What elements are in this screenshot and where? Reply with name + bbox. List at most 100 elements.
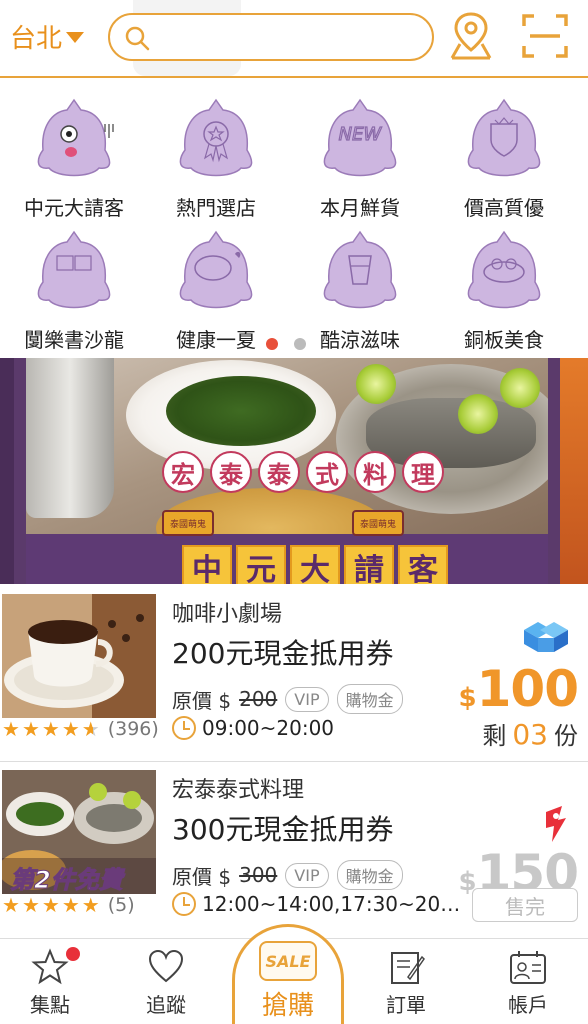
banner-char: 宏 (162, 451, 204, 493)
vip-tag: VIP (285, 862, 329, 888)
tab-points[interactable]: 集點 (0, 945, 100, 1018)
category-item-8[interactable]: 銅板美食 (434, 226, 574, 353)
city-selector[interactable]: 台北 (10, 18, 85, 55)
tab-sale[interactable]: SALE 搶購 (232, 924, 344, 1024)
promo-char: 中 (182, 545, 232, 584)
stock-remaining: 剩 03 份 (482, 716, 578, 751)
pager-dot[interactable] (294, 338, 306, 350)
orig-price: 300 (239, 863, 278, 887)
banner-char: 料 (354, 451, 396, 493)
category-label: 健康一夏 (176, 328, 256, 352)
vegetable-dish-image (166, 376, 316, 446)
scan-icon[interactable] (520, 12, 570, 60)
rating-stars: ★ ★ ★ ★ ★ (5) (2, 894, 135, 916)
wallet-tag: 購物金 (336, 860, 403, 890)
banner-flag: 泰國萌鬼 (352, 510, 404, 536)
search-icon (125, 26, 150, 51)
price-value: 100 (476, 660, 579, 718)
remain-prefix: 剩 (482, 722, 507, 750)
silver-pot-image (26, 358, 114, 518)
red-brand-icon (546, 806, 566, 842)
tab-follow[interactable]: 追蹤 (116, 945, 216, 1018)
notification-badge (66, 947, 80, 961)
ghost-crest-icon (467, 98, 541, 177)
lime-slice-image (500, 368, 540, 408)
deal-original-price: 原價 $ 300 VIP 購物金 (172, 860, 403, 890)
promo-char: 元 (236, 545, 286, 584)
deal-hours: 12:00~14:00,17:30~20… (172, 892, 460, 916)
deal-title: 300元現金抵用券 (172, 813, 394, 846)
ghost-book-icon (37, 230, 111, 309)
deal-original-price: 原價 $ 200 VIP 購物金 (172, 684, 403, 714)
tab-label: 訂單 (386, 993, 426, 1017)
coffee-cup-image (2, 594, 156, 718)
deal-card[interactable]: 第2件免費 宏泰泰式料理 300元現金抵用券 原價 $ 300 VIP 購物金 … (0, 764, 588, 938)
category-item-1[interactable]: 中元大請客 (4, 94, 144, 221)
deal-shop-name: 咖啡小劇場 (172, 602, 283, 627)
tab-account[interactable]: 帳戶 (478, 945, 578, 1018)
search-bar[interactable] (108, 13, 434, 61)
category-item-5[interactable]: 闅樂書沙龍 (4, 226, 144, 353)
hours-text: 12:00~14:00,17:30~20… (202, 892, 461, 916)
promo-banner[interactable]: 泰國萌鬼 泰國萌鬼 宏 泰 泰 式 料 理 中 元 大 請 客 (0, 358, 588, 584)
category-item-3[interactable]: NEW 本月鮮貨 (290, 94, 430, 221)
banner-next-peek (560, 358, 588, 584)
star-icon: ★ (2, 893, 20, 917)
star-icon: ★ (2, 717, 20, 741)
category-label: 酷涼滋味 (320, 328, 400, 352)
location-pin-icon[interactable] (444, 10, 498, 62)
banner-restaurant-name: 宏 泰 泰 式 料 理 (162, 451, 444, 493)
star-icon (31, 948, 69, 985)
category-item-2[interactable]: 熱門選店 (146, 94, 286, 221)
cube-badge-icon (524, 622, 568, 652)
ghost-food-icon (467, 230, 541, 309)
thai-dishes-image: 第2件免費 (2, 770, 156, 894)
promo-char: 請 (344, 545, 394, 584)
star-icon: ★ (21, 717, 40, 741)
clock-icon (172, 716, 196, 740)
banner-image: 泰國萌鬼 泰國萌鬼 宏 泰 泰 式 料 理 中 元 大 請 客 (26, 358, 548, 584)
star-icon: ★ (41, 717, 60, 741)
deal-hours: 09:00~20:00 (172, 716, 334, 740)
lime-slice-image (356, 364, 396, 404)
search-input[interactable] (162, 23, 422, 51)
category-label: 中元大請客 (24, 196, 124, 220)
tab-label: 集點 (30, 993, 70, 1017)
star-icon: ★ (61, 893, 80, 917)
hours-text: 09:00~20:00 (202, 716, 335, 740)
remain-count: 03 (512, 718, 548, 751)
lime-slice-image (458, 394, 498, 434)
deal-price: $ 100 (459, 660, 579, 718)
tab-label: 搶購 (261, 991, 314, 1021)
soldout-button: 售完 (472, 888, 578, 922)
dropdown-triangle-icon (66, 32, 85, 43)
deal-card[interactable]: 咖啡小劇場 200元現金抵用券 原價 $ 200 VIP 購物金 ★ ★ ★ ★… (0, 588, 588, 762)
banner-char: 泰 (210, 451, 252, 493)
review-count: (5) (107, 894, 135, 916)
promo-char: 客 (398, 545, 448, 584)
category-item-6[interactable]: 健康一夏 (146, 226, 286, 353)
sale-tag-icon: SALE (259, 941, 317, 981)
carousel-pager (266, 338, 306, 350)
review-count: (396) (107, 718, 159, 740)
orig-label: 原價 $ (172, 688, 232, 713)
pager-dot-active[interactable] (266, 338, 278, 350)
category-label: 本月鮮貨 (320, 196, 400, 220)
remain-suffix: 份 (554, 722, 578, 750)
banner-char: 泰 (258, 451, 300, 493)
category-item-7[interactable]: 酷涼滋味 (290, 226, 430, 353)
tab-label: 追蹤 (146, 993, 186, 1017)
star-half-icon: ★ (81, 717, 100, 741)
svg-text:NEW: NEW (339, 124, 383, 145)
tab-orders[interactable]: 訂單 (356, 945, 456, 1018)
rating-stars: ★ ★ ★ ★ ★ (396) (2, 718, 159, 740)
clock-icon (172, 892, 196, 916)
account-icon (510, 951, 546, 984)
category-label: 價高質優 (464, 196, 544, 220)
category-item-4[interactable]: 價高質優 (434, 94, 574, 221)
heart-icon (148, 949, 184, 983)
category-label: 闅樂書沙龍 (24, 328, 124, 352)
banner-char: 理 (402, 451, 444, 493)
deal-thumbnail (2, 594, 156, 718)
banner-promo-title: 中 元 大 請 客 (182, 545, 448, 584)
